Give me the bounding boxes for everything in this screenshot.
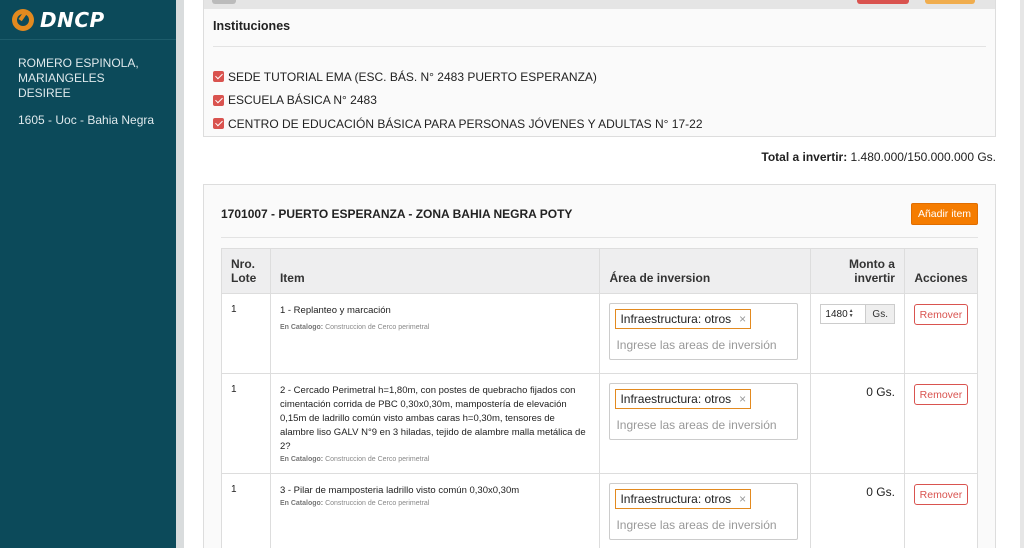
column-header-area: Área de inversion — [599, 248, 812, 294]
column-header-acciones: Acciones — [903, 248, 979, 294]
monto-currency-suffix: Gs. — [866, 304, 895, 324]
acciones-cell: Remover — [903, 373, 979, 474]
monto-cell: 0 Gs. — [810, 473, 905, 548]
area-search-placeholder[interactable]: Ingrese las areas de inversión — [615, 509, 792, 534]
nro-lote-cell: 1 — [221, 293, 271, 374]
lote-panel: 1701007 - PUERTO ESPERANZA - ZONA BAHIA … — [203, 184, 996, 548]
area-search-placeholder[interactable]: Ingrese las areas de inversión — [615, 409, 792, 434]
total-invertir: Total a invertir: 1.480.000/150.000.000 … — [761, 150, 996, 164]
area-cell: Infraestructura: otros × Ingrese las are… — [599, 293, 812, 374]
area-tag-label: Infraestructura: otros — [620, 312, 732, 326]
area-multiselect[interactable]: Infraestructura: otros × Ingrese las are… — [609, 483, 799, 540]
toolbar-button[interactable] — [212, 0, 236, 4]
nro-lote-cell: 1 — [221, 473, 271, 548]
remove-button[interactable]: Remover — [913, 484, 968, 505]
institucion-label: CENTRO DE EDUCACIÓN BÁSICA PARA PERSONAS… — [228, 116, 703, 131]
sidebar-scrollbar[interactable] — [176, 0, 184, 548]
add-item-button[interactable]: Añadir item — [911, 203, 978, 225]
catalog-value: Construccion de Cerco perimetral — [325, 500, 430, 507]
remove-button[interactable]: Remover — [913, 384, 968, 405]
area-tag[interactable]: Infraestructura: otros × — [615, 309, 752, 329]
acciones-cell: Remover — [903, 473, 979, 548]
area-multiselect[interactable]: Infraestructura: otros × Ingrese las are… — [609, 303, 799, 360]
column-header-item: Item — [269, 248, 601, 294]
checkbox-checked-icon[interactable] — [213, 71, 224, 83]
catalog-label: En Catalogo: — [279, 500, 324, 507]
close-icon[interactable]: × — [739, 312, 746, 326]
area-search-placeholder[interactable]: Ingrese las areas de inversión — [615, 329, 792, 354]
table-row: 1 1 - Replanteo y marcación En Catalogo:… — [221, 293, 979, 374]
monto-cell: 0 Gs. — [810, 373, 905, 474]
item-catalog: En Catalogo: Construccion de Cerco perim… — [280, 324, 591, 331]
table-header-row: Nro. Lote Item Área de inversion Monto a… — [221, 248, 979, 294]
close-icon[interactable]: × — [739, 492, 746, 506]
item-description: 3 - Pilar de mamposteria ladrillo visto … — [279, 485, 520, 496]
main-scrollbar[interactable] — [1020, 0, 1024, 548]
monto-input-value: 1480 — [825, 308, 848, 320]
danger-button[interactable] — [857, 0, 909, 4]
items-table: Nro. Lote Item Área de inversion Monto a… — [221, 248, 979, 548]
item-cell: 1 - Replanteo y marcación En Catalogo: C… — [269, 293, 601, 374]
user-name: ROMERO ESPINOLA, MARIANGELES DESIREE — [18, 56, 139, 100]
catalog-value: Construccion de Cerco perimetral — [325, 456, 430, 463]
nro-lote-cell: 1 — [221, 373, 271, 474]
instituciones-title: Instituciones — [213, 19, 291, 33]
remove-button[interactable]: Remover — [913, 304, 968, 325]
checkbox-checked-icon[interactable] — [213, 94, 224, 106]
area-tag[interactable]: Infraestructura: otros × — [615, 389, 752, 409]
instituciones-panel: Instituciones SEDE TUTORIAL EMA (ESC. BÁ… — [203, 0, 996, 137]
item-catalog: En Catalogo: Construccion de Cerco perim… — [280, 500, 591, 507]
institucion-checkbox-item[interactable]: ESCUELA BÁSICA N° 2483 — [213, 89, 703, 113]
catalog-label: En Catalogo: — [279, 456, 324, 463]
area-cell: Infraestructura: otros × Ingrese las are… — [599, 473, 812, 548]
main-content: Instituciones SEDE TUTORIAL EMA (ESC. BÁ… — [184, 0, 1024, 548]
spinner-arrows-icon[interactable]: ▲ ▼ — [849, 309, 854, 319]
institucion-label: SEDE TUTORIAL EMA (ESC. BÁS. N° 2483 PUE… — [228, 69, 597, 84]
instituciones-list: SEDE TUTORIAL EMA (ESC. BÁS. N° 2483 PUE… — [213, 65, 703, 136]
area-cell: Infraestructura: otros × Ingrese las are… — [599, 373, 812, 474]
logo[interactable]: DNCP — [0, 0, 176, 40]
top-toolbar-strip — [204, 0, 995, 9]
lote-title: 1701007 - PUERTO ESPERANZA - ZONA BAHIA … — [221, 207, 573, 221]
checkbox-checked-icon[interactable] — [213, 118, 224, 130]
column-header-monto: Monto a invertir — [810, 248, 905, 294]
item-description: 2 - Cercado Perimetral h=1,80m, con post… — [279, 385, 586, 452]
item-description: 1 - Replanteo y marcación — [279, 305, 391, 316]
total-label: Total a invertir: — [761, 150, 848, 164]
area-tag-label: Infraestructura: otros — [620, 492, 732, 506]
area-tag[interactable]: Infraestructura: otros × — [615, 489, 752, 509]
institucion-checkbox-item[interactable]: SEDE TUTORIAL EMA (ESC. BÁS. N° 2483 PUE… — [213, 65, 703, 89]
catalog-label: En Catalogo: — [279, 324, 324, 331]
table-row: 1 3 - Pilar de mamposteria ladrillo vist… — [221, 473, 979, 548]
divider — [213, 46, 986, 47]
sidebar: DNCP ROMERO ESPINOLA, MARIANGELES DESIRE… — [0, 0, 176, 548]
item-cell: 3 - Pilar de mamposteria ladrillo visto … — [269, 473, 601, 548]
close-icon[interactable]: × — [739, 392, 746, 406]
institucion-label: ESCUELA BÁSICA N° 2483 — [228, 93, 377, 108]
user-unit: 1605 - Uoc - Bahia Negra — [18, 113, 155, 127]
dncp-logo-icon — [12, 8, 34, 31]
item-cell: 2 - Cercado Perimetral h=1,80m, con post… — [269, 373, 601, 474]
monto-number-input[interactable]: 1480 ▲ ▼ — [820, 304, 867, 324]
acciones-cell: Remover — [903, 293, 979, 374]
area-tag-label: Infraestructura: otros — [620, 392, 732, 406]
monto-input-group: 1480 ▲ ▼ Gs. — [820, 304, 895, 324]
monto-value: 0 Gs. — [866, 385, 895, 399]
divider — [221, 237, 978, 238]
monto-value: 0 Gs. — [866, 485, 895, 499]
item-catalog: En Catalogo: Construccion de Cerco perim… — [280, 456, 591, 463]
monto-cell: 1480 ▲ ▼ Gs. — [810, 293, 905, 374]
warning-button[interactable] — [925, 0, 975, 4]
column-header-nro-lote: Nro. Lote — [221, 248, 271, 294]
area-multiselect[interactable]: Infraestructura: otros × Ingrese las are… — [609, 383, 799, 440]
total-value: 1.480.000/150.000.000 Gs. — [850, 150, 996, 164]
institucion-checkbox-item[interactable]: CENTRO DE EDUCACIÓN BÁSICA PARA PERSONAS… — [213, 112, 703, 136]
logo-text: DNCP — [40, 7, 105, 32]
catalog-value: Construccion de Cerco perimetral — [325, 324, 430, 331]
table-row: 1 2 - Cercado Perimetral h=1,80m, con po… — [221, 373, 979, 474]
